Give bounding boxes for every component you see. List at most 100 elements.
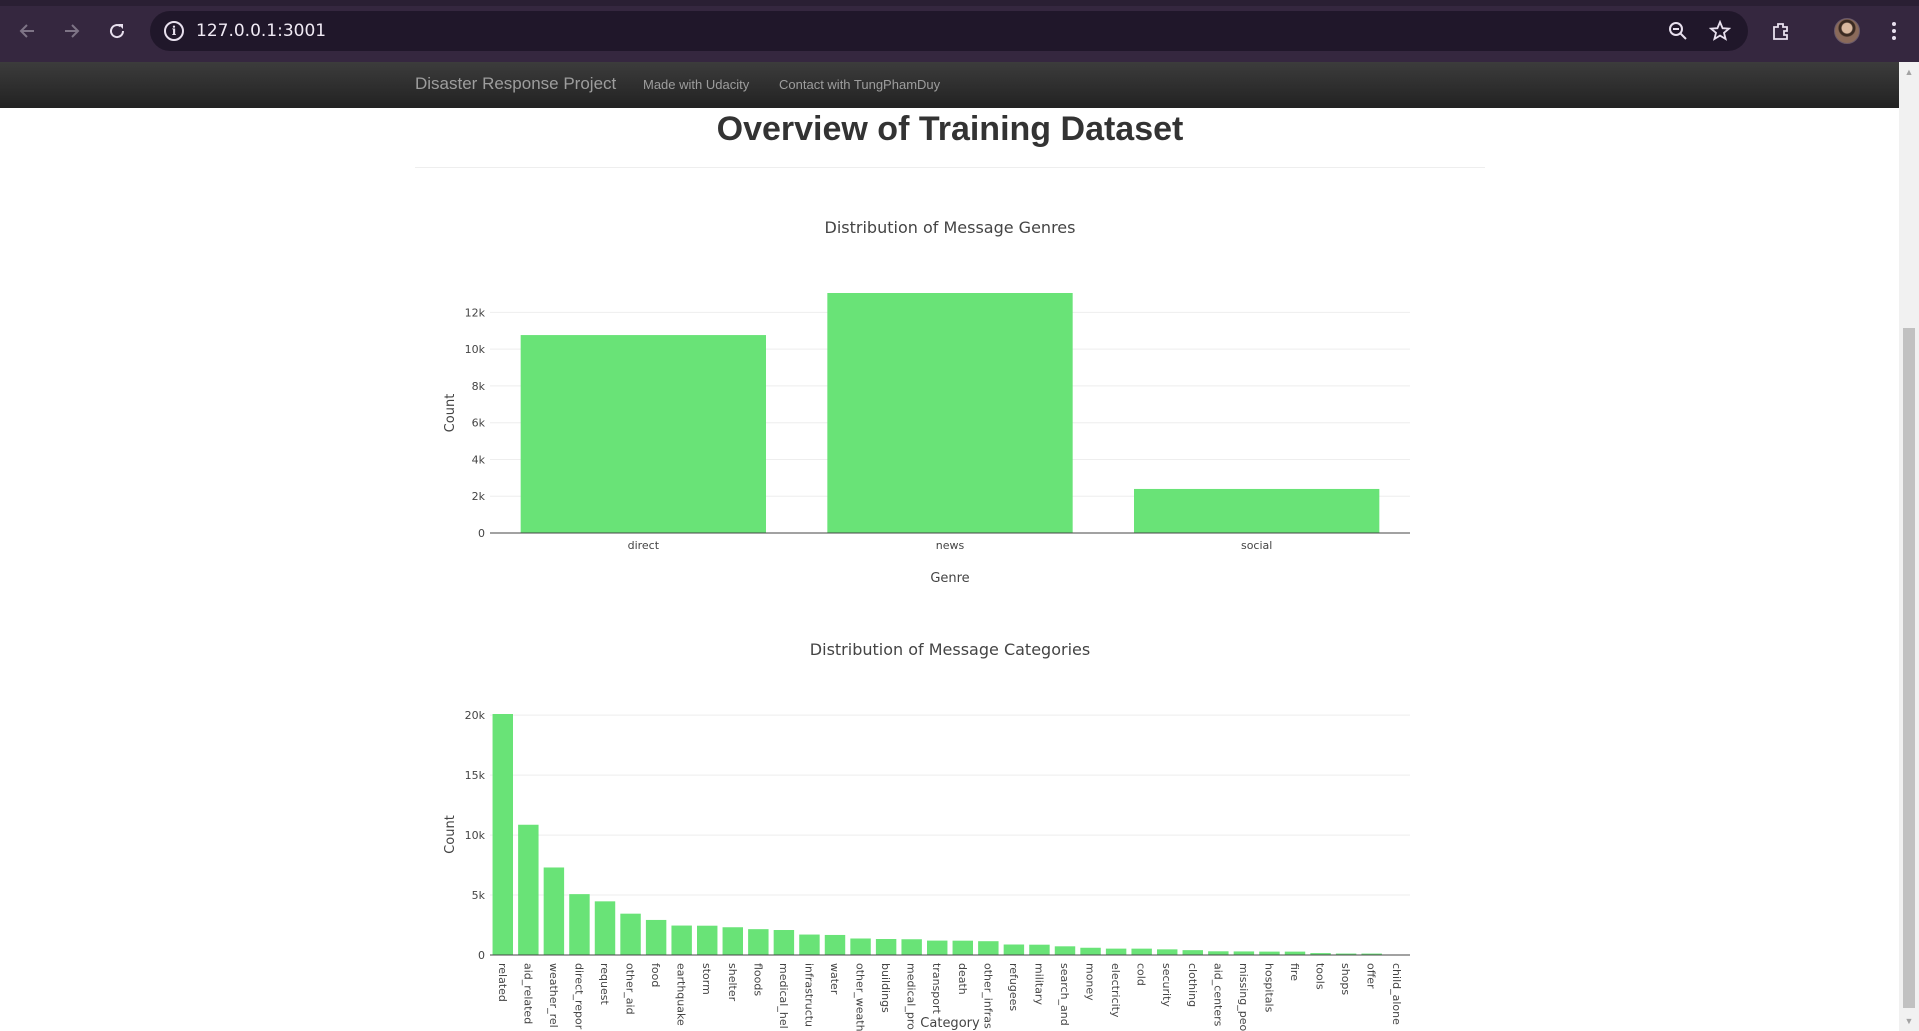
chart1-xtick-label: other_aid xyxy=(624,963,637,1015)
chart1-xtick-label: shelter xyxy=(726,963,739,1002)
page-title: Overview of Training Dataset xyxy=(716,110,1184,148)
chart0-bar xyxy=(827,293,1073,533)
chart1-bar xyxy=(1054,946,1076,955)
chart1-bar xyxy=(722,927,743,955)
bookmark-star-icon[interactable] xyxy=(1708,19,1732,43)
chart1-bar xyxy=(773,930,795,955)
chart1-bar xyxy=(1361,953,1382,955)
genre-chart: 0 2k 4k 6k 8k 10k 12k direct news social Genre Coun… xyxy=(443,293,1410,1031)
chart1-xtick-label: electricity xyxy=(1109,963,1122,1018)
chart1-bar xyxy=(824,934,846,955)
scroll-up-icon[interactable]: ▲ xyxy=(1903,66,1915,78)
browser-toolbar: i 127.0.0.1:3001 xyxy=(0,0,1919,62)
chart1-xtick-label: hospitals xyxy=(1262,963,1275,1013)
chart1-ytick-label: 10k xyxy=(465,829,486,842)
url-text[interactable]: 127.0.0.1:3001 xyxy=(196,21,326,41)
chart1-xtick-label: shops xyxy=(1339,963,1352,995)
chart1-xtick-label: infrastructu xyxy=(802,963,815,1027)
chart1-bar xyxy=(492,714,513,955)
menu-kebab-icon[interactable] xyxy=(1882,19,1906,43)
chart0-xtick-label: news xyxy=(936,539,965,552)
navbar-brand[interactable]: Disaster Response Project xyxy=(415,74,616,94)
chart0-ytick-label: 6k xyxy=(472,417,486,430)
chart1-xtick-label: search_and xyxy=(1058,963,1071,1026)
chart0-ytick-label: 10k xyxy=(465,343,486,356)
chart0-xtick-label: social xyxy=(1241,539,1272,552)
chart1-xtick-label: offer xyxy=(1365,963,1378,989)
chart1-xtick-label: request xyxy=(598,963,611,1006)
scroll-down-icon[interactable]: ▼ xyxy=(1903,1015,1915,1027)
chart1-ytick-label: 0 xyxy=(478,949,485,962)
chart1-xtick-label: cold xyxy=(1135,963,1148,986)
chart1-xtick-label: military xyxy=(1032,963,1045,1005)
chart1-xtick-label: aid_related xyxy=(521,963,534,1024)
chart1-xtick-label: related xyxy=(496,963,509,1002)
chart1-bar xyxy=(748,929,769,955)
chart1-bar xyxy=(799,934,820,955)
chart1-xtick-label: money xyxy=(1084,963,1097,1001)
chart1-bar xyxy=(518,824,539,955)
chart1-xtick-label: missing_peo xyxy=(1237,963,1250,1031)
nav-link-udacity[interactable]: Made with Udacity xyxy=(643,77,749,92)
chart1-bar xyxy=(1131,948,1152,955)
chart1-bar xyxy=(927,940,948,955)
chart1-bar xyxy=(594,901,616,955)
site-navbar: Disaster Response Project Made with Udac… xyxy=(0,62,1899,108)
chart0-ytick-label: 2k xyxy=(472,490,486,503)
forward-icon[interactable] xyxy=(58,17,86,45)
zoom-icon[interactable] xyxy=(1666,19,1690,43)
chart1-bar xyxy=(1080,947,1101,955)
chart1-xtick-label: buildings xyxy=(879,963,892,1013)
chart1-bar xyxy=(1284,951,1306,955)
chart0-bar xyxy=(1134,488,1380,533)
chart1-bar xyxy=(850,938,871,955)
chart1-xtick-label: medical_pro xyxy=(905,963,918,1030)
chart1-bar xyxy=(1335,953,1357,955)
chart1-xtick-label: transport xyxy=(930,963,943,1015)
nav-link-contact[interactable]: Contact with TungPhamDuy xyxy=(779,77,940,92)
extensions-icon[interactable] xyxy=(1769,19,1793,43)
site-info-icon[interactable]: i xyxy=(164,21,184,41)
chart1-xtick-label: security xyxy=(1160,963,1173,1007)
chart1-xaxis-title: Category xyxy=(920,1016,980,1031)
chart1-bar xyxy=(1182,950,1203,955)
chart0-yaxis-title: Count xyxy=(443,394,458,433)
chart1-bar xyxy=(569,894,590,955)
chart1-bar xyxy=(875,939,897,955)
chart1-bar xyxy=(1157,949,1178,955)
chart1-xtick-label: earthquake xyxy=(675,963,688,1026)
chart0-ytick-label: 4k xyxy=(472,453,486,466)
chart1-ytick-label: 20k xyxy=(465,709,486,722)
chart1-xtick-label: storm xyxy=(700,963,713,995)
chart1-bar xyxy=(1233,951,1255,955)
chart0-ytick-label: 8k xyxy=(472,380,486,393)
chart1-yaxis-title: Count xyxy=(443,815,458,854)
chart1-bar xyxy=(952,940,973,955)
reload-icon[interactable] xyxy=(103,17,131,45)
scroll-thumb[interactable] xyxy=(1903,328,1915,1008)
chart1-xtick-label: weather_rel xyxy=(547,963,560,1028)
chart1-bar xyxy=(901,939,922,955)
profile-avatar[interactable] xyxy=(1834,18,1860,44)
chart0-ytick-label: 12k xyxy=(465,306,486,319)
chart1-bar xyxy=(543,867,565,955)
chart1-bar xyxy=(620,913,641,955)
chart1-bar xyxy=(697,925,718,955)
genre-chart-title: Distribution of Message Genres xyxy=(824,218,1076,237)
chart1-bar xyxy=(1259,951,1280,955)
chart1-xtick-label: other_weath xyxy=(854,963,867,1031)
chart1-xtick-label: water xyxy=(828,963,841,995)
address-bar[interactable]: i 127.0.0.1:3001 xyxy=(150,11,1748,51)
chart1-xtick-label: clothing xyxy=(1186,963,1199,1007)
chart1-ytick-label: 15k xyxy=(465,769,486,782)
category-chart-title: Distribution of Message Categories xyxy=(809,640,1091,659)
chart1-xtick-label: death xyxy=(956,963,969,995)
chart1-xtick-label: aid_centers xyxy=(1211,963,1224,1027)
chart1-bar xyxy=(1208,951,1229,955)
chart1-bar xyxy=(1003,944,1025,955)
chart1-bar xyxy=(978,941,999,955)
chart1-bar xyxy=(1105,948,1127,955)
back-icon[interactable] xyxy=(13,17,41,45)
chart1-bar xyxy=(1310,953,1331,955)
tab-strip xyxy=(0,0,1919,6)
